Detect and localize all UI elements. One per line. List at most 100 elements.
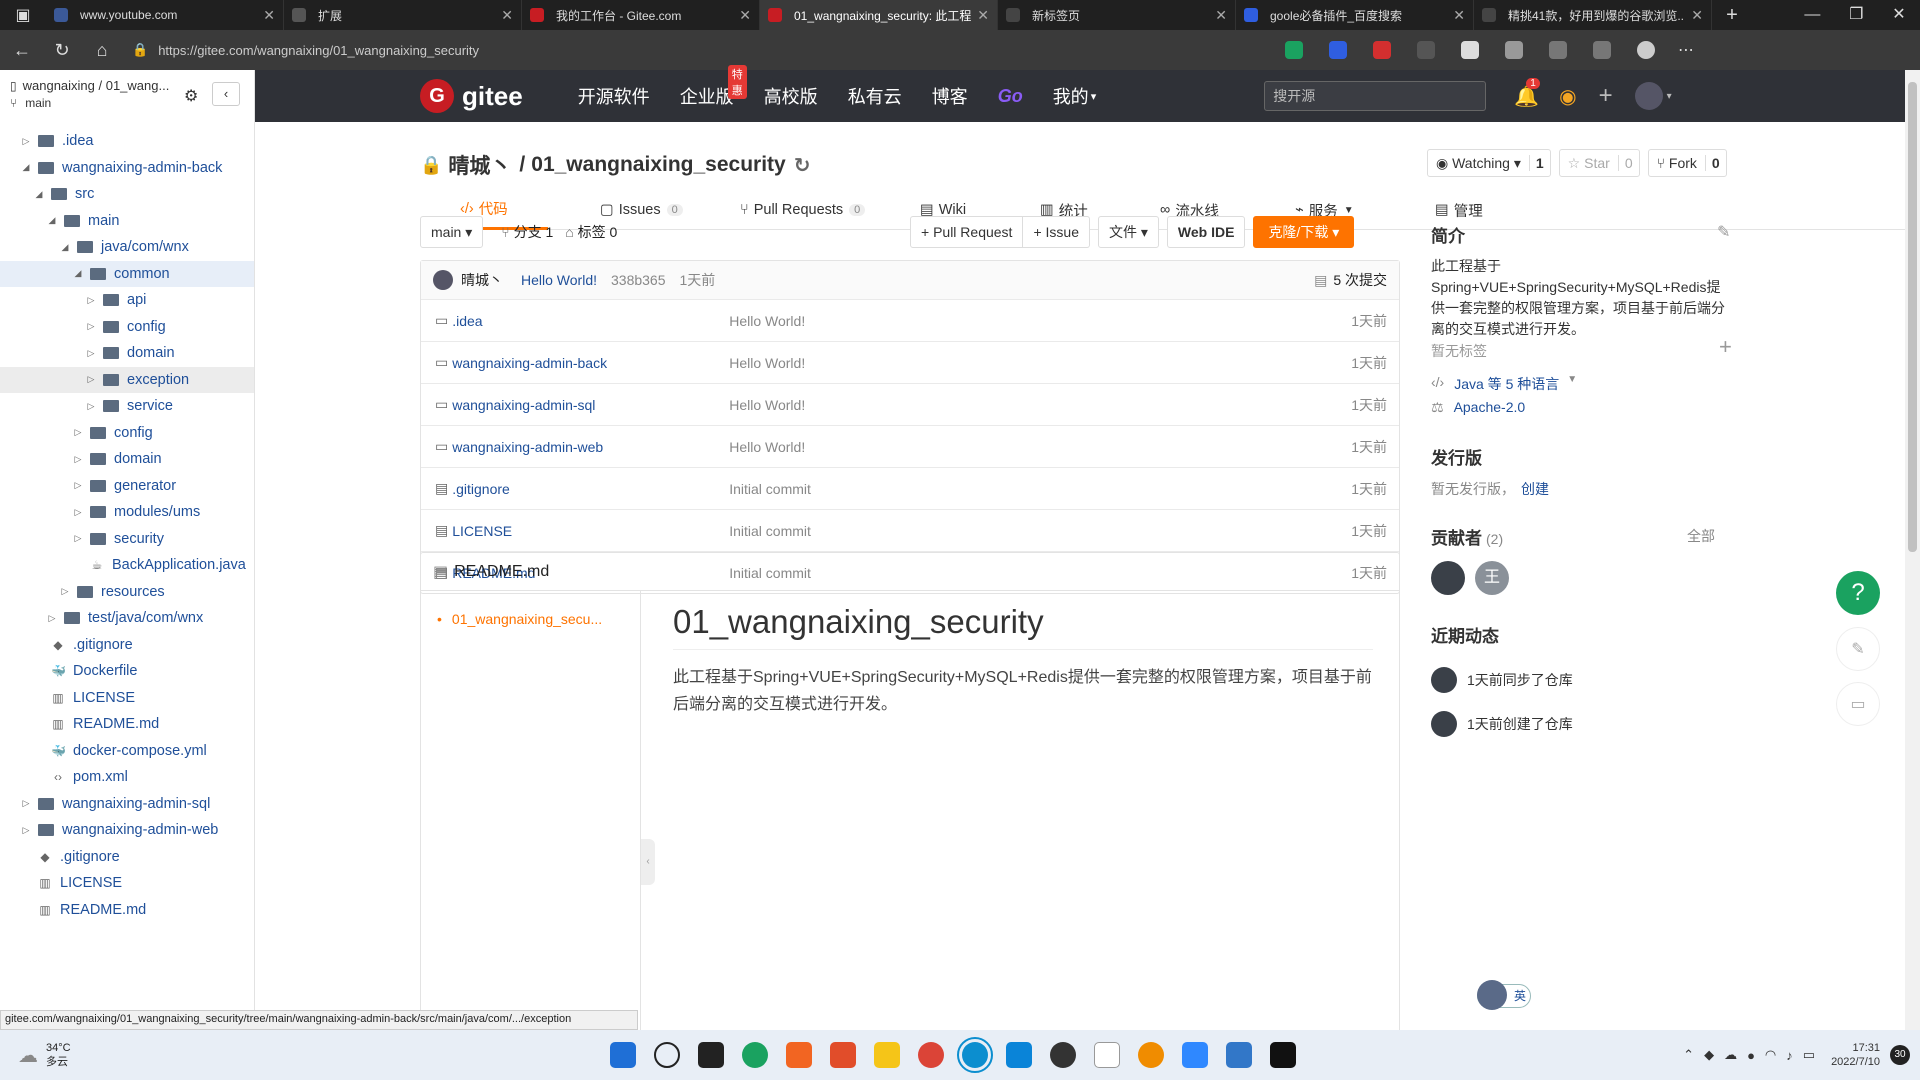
app-icon[interactable] bbox=[1181, 1042, 1208, 1068]
home-icon[interactable]: ⌂ bbox=[84, 35, 120, 65]
restore-icon[interactable]: ❐ bbox=[1849, 0, 1863, 30]
chevron-up-icon[interactable]: ⌃ bbox=[1683, 1047, 1694, 1063]
browser-tab[interactable]: 精挑41款，好用到爆的谷歌浏览... ✕ bbox=[1474, 0, 1712, 30]
puzzle-icon[interactable] bbox=[1505, 41, 1523, 59]
tree-item[interactable]: ▷ domain bbox=[0, 446, 254, 473]
back-icon[interactable]: ← bbox=[4, 35, 40, 65]
file-name[interactable]: wangnaixing-admin-web bbox=[452, 439, 729, 455]
repo-tab[interactable]: ⑂ Pull Requests 0 bbox=[740, 190, 866, 230]
typora-icon[interactable] bbox=[1093, 1042, 1120, 1068]
new-issue-button[interactable]: + Issue bbox=[1023, 216, 1090, 248]
add-tag-icon[interactable]: + bbox=[1719, 334, 1732, 360]
browser-tab[interactable]: www.youtube.com ✕ bbox=[46, 0, 284, 30]
tree-item[interactable]: ▷ modules/ums bbox=[0, 499, 254, 526]
commit-message[interactable]: Hello World! bbox=[521, 272, 597, 288]
toc-item[interactable]: • 01_wangnaixing_secu... bbox=[437, 611, 640, 627]
tray-icon[interactable]: ◆ bbox=[1704, 1047, 1714, 1063]
caret-right-icon[interactable]: ▷ bbox=[72, 454, 84, 465]
close-tab-icon[interactable]: ✕ bbox=[739, 7, 751, 24]
close-window-icon[interactable]: ✕ bbox=[1892, 0, 1905, 30]
extension-icon[interactable] bbox=[1285, 41, 1303, 59]
page-scrollbar[interactable] bbox=[1905, 70, 1920, 1030]
favorites-icon[interactable] bbox=[1549, 41, 1567, 59]
file-name[interactable]: .idea bbox=[452, 313, 729, 329]
browser-tab[interactable]: 01_wangnaixing_security: 此工程... ✕ bbox=[760, 0, 998, 30]
file-row[interactable]: ▤ LICENSE Initial commit 1天前 bbox=[421, 509, 1399, 551]
caret-down-icon[interactable]: ◢ bbox=[33, 189, 45, 200]
extension-icon[interactable] bbox=[1329, 41, 1347, 59]
caret-right-icon[interactable]: ▷ bbox=[72, 427, 84, 438]
file-row[interactable]: ▭ wangnaixing-admin-back Hello World! 1天前 bbox=[421, 341, 1399, 383]
file-commit-message[interactable]: Hello World! bbox=[729, 355, 1351, 371]
caret-right-icon[interactable]: ▷ bbox=[85, 295, 97, 306]
caret-right-icon[interactable]: ▷ bbox=[72, 533, 84, 544]
caret-right-icon[interactable]: ▷ bbox=[85, 374, 97, 385]
webstorm-icon[interactable] bbox=[1269, 1042, 1296, 1068]
activity-item[interactable]: 1天前同步了仓库 bbox=[1431, 658, 1731, 702]
bulb-icon[interactable]: ◉ bbox=[1559, 84, 1576, 109]
caret-down-icon[interactable]: ◢ bbox=[20, 162, 32, 173]
nav-link[interactable]: Go bbox=[998, 86, 1023, 107]
collections-icon[interactable] bbox=[1593, 41, 1611, 59]
caret-right-icon[interactable]: ▷ bbox=[72, 507, 84, 518]
branches-link[interactable]: 分支 1 bbox=[514, 222, 554, 242]
app-icon[interactable] bbox=[829, 1042, 856, 1068]
activity-item[interactable]: 1天前创建了仓库 bbox=[1431, 702, 1731, 746]
tree-item[interactable]: ◆ .gitignore bbox=[0, 844, 254, 871]
extension-icon[interactable] bbox=[1373, 41, 1391, 59]
license-info[interactable]: ⚖ Apache-2.0 bbox=[1431, 399, 1525, 416]
tree-item[interactable]: ▥ README.md bbox=[0, 897, 254, 924]
tree-item[interactable]: ‹› pom.xml bbox=[0, 764, 254, 791]
close-tab-icon[interactable]: ✕ bbox=[977, 7, 989, 24]
browser-tab[interactable]: 扩展 ✕ bbox=[284, 0, 522, 30]
branch-select[interactable]: main ▾ bbox=[420, 216, 484, 248]
file-row[interactable]: ▭ wangnaixing-admin-sql Hello World! 1天前 bbox=[421, 383, 1399, 425]
extension-icon[interactable] bbox=[1461, 41, 1479, 59]
tree-item[interactable]: ☕ BackApplication.java bbox=[0, 552, 254, 579]
tree-item[interactable]: ▷ config bbox=[0, 314, 254, 341]
file-commit-message[interactable]: Initial commit bbox=[729, 481, 1351, 497]
all-contributors-link[interactable]: 全部 bbox=[1687, 526, 1715, 546]
contributor-avatar[interactable] bbox=[1431, 561, 1465, 595]
volume-icon[interactable]: ♪ bbox=[1786, 1048, 1793, 1063]
sync-icon[interactable]: ↻ bbox=[794, 153, 811, 178]
caret-right-icon[interactable]: ▷ bbox=[20, 825, 32, 836]
caret-down-icon[interactable]: ◢ bbox=[46, 215, 58, 226]
clone-button[interactable]: 克隆/下载 ▾ bbox=[1253, 216, 1355, 248]
file-row[interactable]: ▭ .idea Hello World! 1天前 bbox=[421, 299, 1399, 341]
start-icon[interactable] bbox=[609, 1042, 636, 1068]
tree-item[interactable]: ▷ domain bbox=[0, 340, 254, 367]
more-icon[interactable]: ⋯ bbox=[1678, 40, 1694, 60]
search-input[interactable]: 搜开源 bbox=[1264, 81, 1487, 111]
app-icon[interactable] bbox=[1137, 1042, 1164, 1068]
folder-icon[interactable] bbox=[873, 1042, 900, 1068]
tree-item[interactable]: ▷ resources bbox=[0, 579, 254, 606]
close-tab-icon[interactable]: ✕ bbox=[263, 7, 275, 24]
file-name[interactable]: LICENSE bbox=[452, 523, 729, 539]
tree-item[interactable]: ▥ README.md bbox=[0, 711, 254, 738]
tab-actions-icon[interactable]: ▣ bbox=[0, 0, 46, 30]
new-tab-button[interactable]: + bbox=[1712, 0, 1752, 30]
tree-item[interactable]: ▥ LICENSE bbox=[0, 685, 254, 712]
edit-icon[interactable]: ✎ bbox=[1717, 222, 1730, 242]
caret-right-icon[interactable]: ▷ bbox=[20, 798, 32, 809]
nav-link[interactable]: 企业版 特惠 bbox=[680, 65, 747, 109]
weather-widget[interactable]: ☁ 34°C 多云 bbox=[18, 1041, 71, 1069]
feedback-button[interactable]: ✎ bbox=[1836, 627, 1880, 671]
assistant-avatar[interactable] bbox=[1477, 980, 1507, 1010]
file-name[interactable]: wangnaixing-admin-sql bbox=[452, 397, 729, 413]
file-name[interactable]: .gitignore bbox=[452, 481, 729, 497]
repo-name[interactable]: 01_wangnaixing_security bbox=[531, 153, 785, 177]
nav-link[interactable]: 私有云 bbox=[848, 83, 902, 109]
tree-item[interactable]: ▷ generator bbox=[0, 473, 254, 500]
browser-tab[interactable]: 我的工作台 - Gitee.com ✕ bbox=[522, 0, 760, 30]
close-tab-icon[interactable]: ✕ bbox=[1215, 7, 1227, 24]
onedrive-icon[interactable]: ☁ bbox=[1724, 1047, 1737, 1063]
tree-item[interactable]: ▷ wangnaixing-admin-sql bbox=[0, 791, 254, 818]
nav-link[interactable]: 开源软件 bbox=[578, 83, 650, 109]
commit-author[interactable]: 晴城丶 bbox=[461, 270, 503, 290]
wifi-icon[interactable]: ◠ bbox=[1765, 1047, 1776, 1063]
file-menu-button[interactable]: 文件 ▾ bbox=[1097, 216, 1159, 248]
app-icon[interactable] bbox=[1049, 1042, 1076, 1068]
web-ide-button[interactable]: Web IDE bbox=[1166, 216, 1246, 248]
